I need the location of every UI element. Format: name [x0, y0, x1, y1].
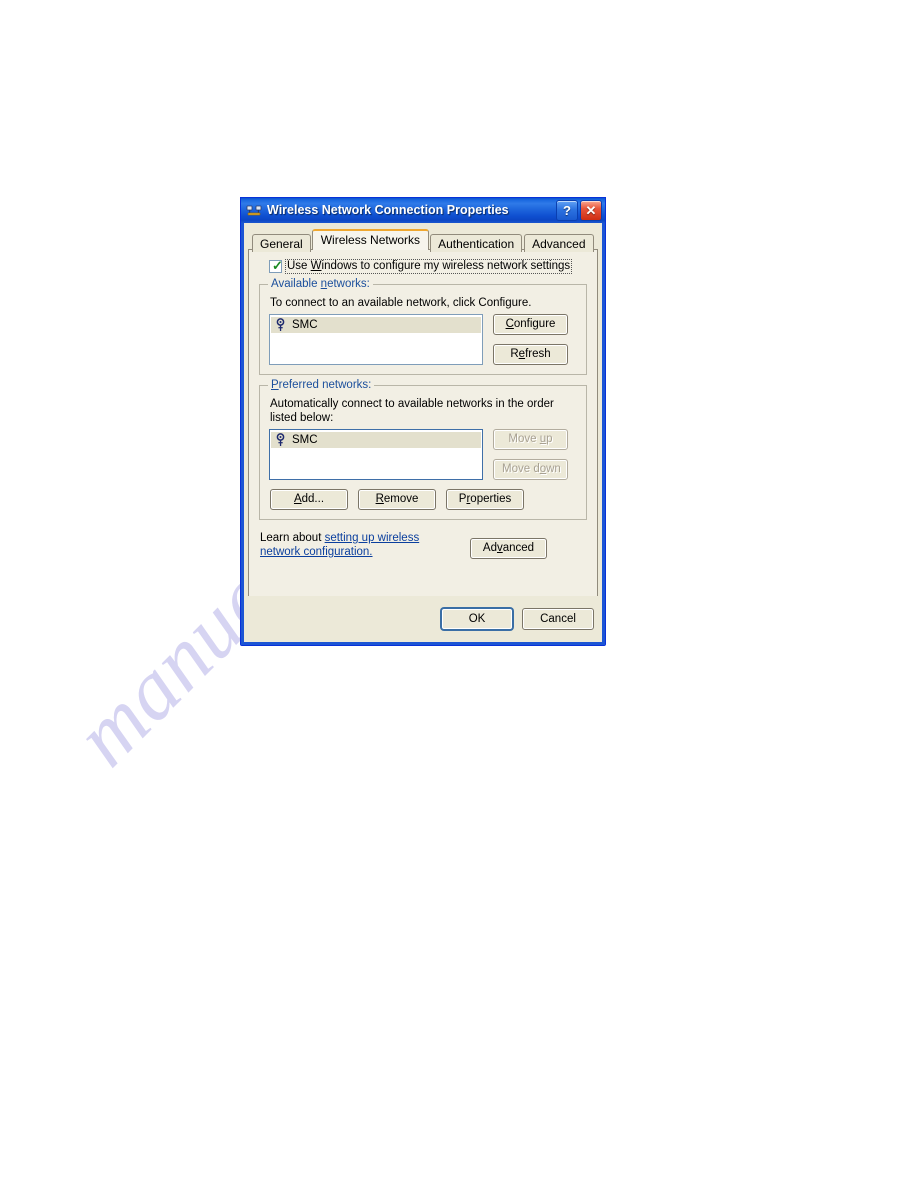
wireless-networks-tab-panel: ✓ Use Windows to configure my wireless n… — [248, 249, 598, 611]
use-windows-label-prefix: Use — [287, 260, 311, 272]
use-windows-checkbox[interactable]: ✓ — [269, 258, 283, 273]
wireless-network-icon — [274, 318, 287, 332]
use-windows-row[interactable]: ✓ Use Windows to configure my wireless n… — [269, 259, 588, 274]
learn-about-text: Learn about setting up wireless network … — [260, 531, 460, 559]
learn-about-lead: Learn about — [260, 532, 325, 544]
preferred-networks-row: SMC Move up Move down — [269, 429, 577, 480]
tab-general[interactable]: General — [252, 234, 311, 252]
move-down-button[interactable]: Move down — [493, 459, 568, 480]
close-button[interactable]: ✕ — [580, 200, 602, 221]
preferred-networks-action-buttons: Add... Remove Properties — [270, 489, 577, 510]
available-networks-listbox[interactable]: SMC — [269, 314, 483, 365]
preferred-networks-group: Preferred networks: Automatically connec… — [259, 379, 587, 520]
preferred-networks-title-suffix: referred networks: — [278, 379, 372, 391]
list-item[interactable]: SMC — [271, 432, 481, 448]
dialog-footer: OK Cancel — [244, 596, 602, 642]
available-networks-title-suffix: etworks: — [327, 278, 370, 290]
refresh-button[interactable]: Refresh — [493, 344, 568, 365]
dialog-client-area: General Wireless Networks Authentication… — [241, 223, 605, 611]
tab-strip: General Wireless Networks Authentication… — [248, 229, 598, 252]
tab-authentication[interactable]: Authentication — [430, 234, 523, 252]
use-windows-label-suffix: indows to configure my wireless network … — [321, 260, 571, 272]
preferred-networks-title-accel: P — [271, 379, 279, 391]
move-down-button-prefix: Move d — [502, 463, 540, 475]
available-networks-row: SMC Configure Refresh — [269, 314, 577, 365]
learn-more-row: Learn about setting up wireless network … — [260, 531, 586, 559]
list-item-label: SMC — [292, 319, 318, 331]
tab-advanced[interactable]: Advanced — [524, 234, 594, 252]
preferred-networks-description: Automatically connect to available netwo… — [270, 398, 554, 424]
use-windows-label-accel: W — [310, 260, 322, 272]
preferred-networks-title: Preferred networks: — [268, 379, 375, 391]
move-down-button-suffix: wn — [546, 463, 561, 475]
wireless-network-connection-properties-dialog: Wireless Network Connection Properties ?… — [240, 197, 606, 646]
refresh-button-suffix: fresh — [525, 348, 551, 360]
move-up-button[interactable]: Move up — [493, 429, 568, 450]
move-up-button-suffix: p — [546, 433, 553, 445]
advanced-button-prefix: Ad — [482, 542, 497, 554]
add-button-suffix: dd... — [301, 493, 325, 505]
add-button[interactable]: Add... — [270, 489, 348, 510]
properties-button-suffix: operties — [470, 493, 512, 505]
use-windows-label[interactable]: Use Windows to configure my wireless net… — [285, 259, 573, 274]
available-networks-description: To connect to an available network, clic… — [270, 297, 532, 309]
move-up-button-prefix: Move — [508, 433, 540, 445]
advanced-button[interactable]: Advanced — [470, 538, 547, 559]
cancel-button[interactable]: Cancel — [522, 608, 594, 630]
properties-button[interactable]: Properties — [446, 489, 524, 510]
list-item-label: SMC — [292, 434, 318, 446]
help-button[interactable]: ? — [556, 200, 578, 221]
ok-button[interactable]: OK — [441, 608, 513, 630]
remove-button-suffix: emove — [383, 493, 419, 505]
preferred-networks-listbox[interactable]: SMC — [269, 429, 483, 480]
available-networks-title-prefix: Available — [271, 278, 321, 290]
checkmark-icon: ✓ — [272, 258, 283, 273]
available-networks-title: Available networks: — [268, 278, 373, 290]
advanced-button-suffix: anced — [502, 542, 535, 554]
available-networks-group: Available networks: To connect to an ava… — [259, 278, 587, 375]
list-item[interactable]: SMC — [271, 317, 481, 333]
available-networks-buttons: Configure Refresh — [493, 314, 568, 365]
dialog-titlebar[interactable]: Wireless Network Connection Properties ?… — [241, 198, 605, 223]
configure-button-suffix: onfigure — [513, 318, 556, 330]
network-connection-icon — [246, 203, 262, 219]
tab-wireless-networks[interactable]: Wireless Networks — [311, 229, 430, 250]
add-button-accel: A — [293, 493, 302, 505]
preferred-networks-move-buttons: Move up Move down — [493, 429, 568, 480]
refresh-button-prefix: R — [510, 348, 519, 360]
configure-button-accel: C — [505, 318, 514, 330]
configure-button[interactable]: Configure — [493, 314, 568, 335]
dialog-title: Wireless Network Connection Properties — [267, 203, 509, 217]
wireless-network-icon — [274, 433, 287, 447]
remove-button-accel: R — [375, 493, 384, 505]
remove-button[interactable]: Remove — [358, 489, 436, 510]
